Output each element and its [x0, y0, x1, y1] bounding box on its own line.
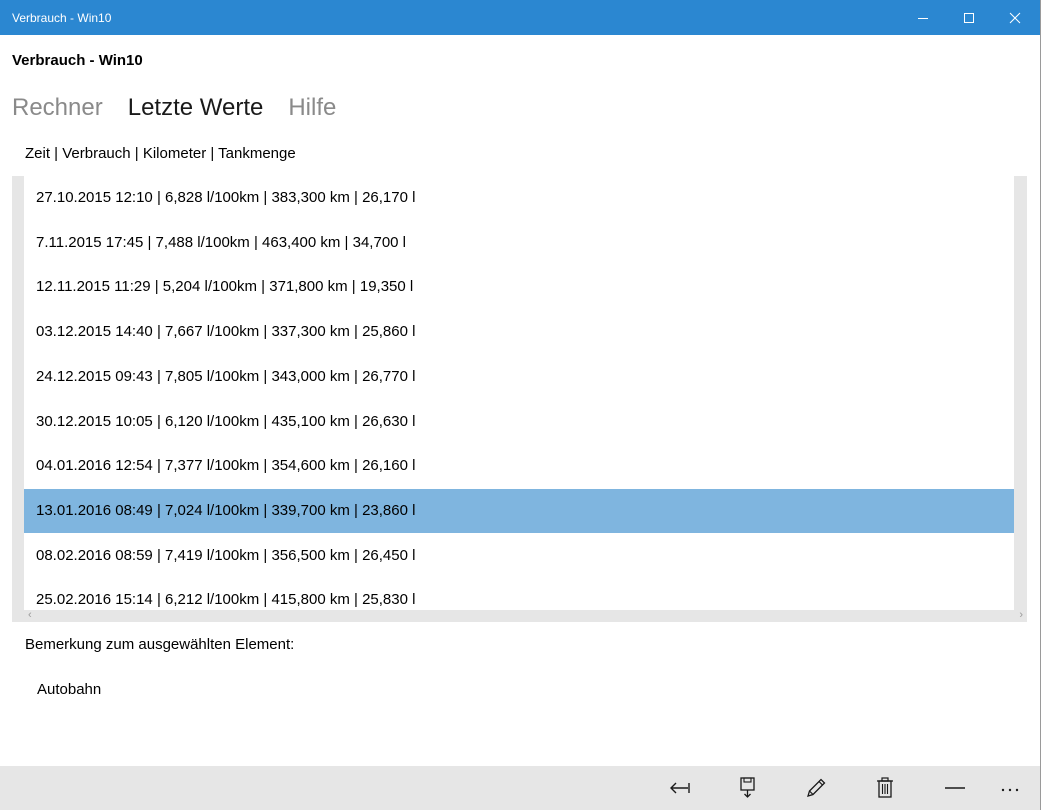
save-icon [740, 777, 755, 798]
more-icon [1001, 788, 1019, 792]
app-title: Verbrauch - Win10 [12, 52, 143, 69]
tab-letzte-werte[interactable]: Letzte Werte [128, 93, 264, 125]
list-item[interactable]: 25.02.2016 15:14 | 6,212 l/100km | 415,8… [24, 578, 1014, 610]
list-item[interactable]: 7.11.2015 17:45 | 7,488 l/100km | 463,40… [24, 221, 1014, 265]
horizontal-scrollbar[interactable]: ‹ › [24, 609, 1027, 622]
delete-button[interactable] [851, 766, 919, 810]
more-button[interactable] [980, 766, 1040, 810]
values-list-viewport: 27.10.2015 12:10 | 6,828 l/100km | 383,3… [24, 176, 1014, 610]
list-item[interactable]: 24.12.2015 09:43 | 7,805 l/100km | 343,0… [24, 355, 1014, 399]
list-item[interactable]: 12.11.2015 11:29 | 5,204 l/100km | 371,8… [24, 265, 1014, 309]
maximize-button[interactable] [946, 0, 992, 35]
close-icon [1009, 12, 1021, 23]
title-bar[interactable]: Verbrauch - Win10 [0, 0, 1040, 35]
window-title: Verbrauch - Win10 [12, 11, 112, 25]
trash-icon [877, 777, 893, 798]
values-list[interactable]: 27.10.2015 12:10 | 6,828 l/100km | 383,3… [12, 176, 1027, 622]
list-item-selected[interactable]: 13.01.2016 08:49 | 7,024 l/100km | 339,7… [24, 488, 1014, 533]
tab-rechner[interactable]: Rechner [12, 93, 103, 125]
remark-value: Autobahn [37, 681, 102, 698]
list-item[interactable]: 08.02.2016 08:59 | 7,419 l/100km | 356,5… [24, 534, 1014, 578]
scroll-left-icon[interactable]: ‹ [28, 609, 32, 621]
list-item[interactable]: 04.01.2016 12:54 | 7,377 l/100km | 354,6… [24, 444, 1014, 488]
back-button[interactable] [646, 766, 714, 810]
list-column-header: Zeit | Verbrauch | Kilometer | Tankmenge [25, 145, 296, 162]
list-item[interactable]: 30.12.2015 10:05 | 6,120 l/100km | 435,1… [24, 400, 1014, 444]
pivot-tabs: Rechner Letzte Werte Hilfe [12, 93, 361, 125]
app-window: Verbrauch - Win10 Verbrauch - Win10 Rech… [0, 0, 1041, 810]
minimize-icon [918, 17, 928, 19]
save-button[interactable] [714, 766, 782, 810]
pencil-icon [807, 778, 826, 797]
scroll-right-icon[interactable]: › [1019, 609, 1023, 621]
edit-button[interactable] [782, 766, 850, 810]
maximize-icon [964, 12, 974, 23]
list-item[interactable]: 03.12.2015 14:40 | 7,667 l/100km | 337,3… [24, 310, 1014, 354]
close-button[interactable] [992, 0, 1038, 35]
remark-label: Bemerkung zum ausgewählten Element: [25, 636, 295, 653]
minimize-button[interactable] [900, 0, 946, 35]
minus-button[interactable] [921, 766, 989, 810]
minus-icon [945, 787, 965, 789]
back-arrow-icon [670, 782, 690, 794]
tab-hilfe[interactable]: Hilfe [288, 93, 336, 125]
command-bar [0, 766, 1040, 810]
list-item[interactable]: 27.10.2015 12:10 | 6,828 l/100km | 383,3… [24, 176, 1014, 220]
